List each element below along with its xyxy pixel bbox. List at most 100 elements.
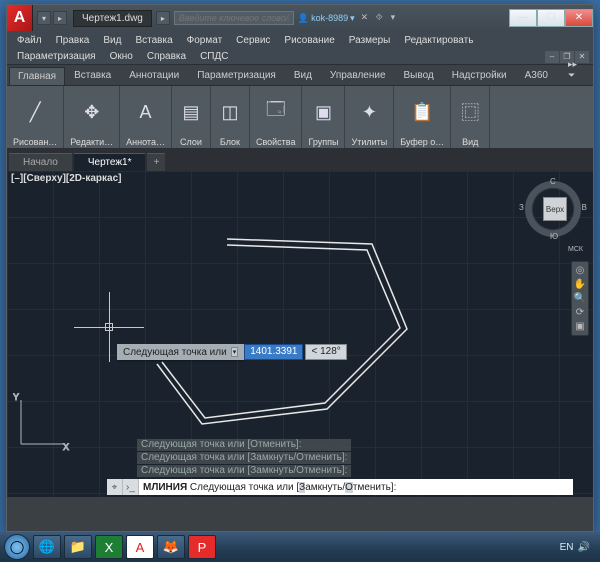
- command-line-handle-icon[interactable]: ⌖: [107, 479, 123, 495]
- menu-dimensions[interactable]: Размеры: [343, 34, 397, 47]
- maximize-button[interactable]: ☐: [537, 9, 565, 27]
- menu-insert[interactable]: Вставка: [129, 34, 178, 47]
- view-icon[interactable]: ⿴: [455, 97, 485, 127]
- menu-file[interactable]: Файл: [11, 34, 48, 47]
- doc-tab-start[interactable]: Начало: [9, 153, 72, 171]
- taskbar-explorer[interactable]: 📁: [64, 535, 92, 559]
- compass-n: С: [550, 177, 556, 186]
- tab-view[interactable]: Вид: [285, 66, 321, 85]
- taskbar-excel[interactable]: X: [95, 535, 123, 559]
- polyline-geometry: [147, 229, 437, 444]
- app-window: A ▾ ▸ Чертеж1.dwg ▸ 👤 kok-8989 ▾ ✕ ⯑ ▾ —…: [6, 4, 594, 532]
- pickbox-icon: [105, 323, 113, 331]
- menu-edit[interactable]: Правка: [50, 34, 96, 47]
- menu-bar: Файл Правка Вид Вставка Формат Сервис Ри…: [7, 31, 593, 49]
- text-tool-icon[interactable]: A: [131, 97, 161, 127]
- tab-addins[interactable]: Надстройки: [443, 66, 516, 85]
- doc-tab-drawing[interactable]: Чертеж1*: [74, 153, 146, 171]
- line-tool-icon[interactable]: ╱: [20, 97, 50, 127]
- search-input[interactable]: [174, 11, 294, 25]
- cmd-history-line: Следующая точка или [Замкнуть/Отменить]:: [137, 452, 351, 464]
- help-icon[interactable]: ⯑: [376, 12, 388, 24]
- nav-orbit-icon[interactable]: ⟳: [576, 307, 584, 318]
- move-tool-icon[interactable]: ✥: [77, 97, 107, 127]
- minimize-button[interactable]: —: [509, 9, 537, 27]
- quick-access-toolbar: ▾ ▸: [37, 11, 67, 25]
- chevron-down-icon[interactable]: ▾: [391, 12, 403, 24]
- distance-input[interactable]: 1401.3391: [244, 344, 303, 360]
- svg-text:X: X: [63, 442, 69, 452]
- panel-annotate: AАннота…: [120, 86, 172, 148]
- panel-modify: ✥Редакти…: [64, 86, 120, 148]
- nav-zoom-icon[interactable]: 🔍: [574, 293, 586, 304]
- tab-insert[interactable]: Вставка: [65, 66, 120, 85]
- qat-button[interactable]: ▸: [53, 11, 67, 25]
- taskbar-chrome[interactable]: 🌐: [33, 535, 61, 559]
- doc-tab-new-button[interactable]: +: [147, 153, 165, 171]
- utilities-icon[interactable]: ✦: [354, 97, 384, 127]
- ribbon-tabs: Главная Вставка Аннотации Параметризация…: [7, 65, 593, 85]
- tab-manage[interactable]: Управление: [321, 66, 395, 85]
- taskbar-autocad[interactable]: A: [126, 535, 154, 559]
- viewcube-top-face[interactable]: Верх: [543, 197, 567, 221]
- group-icon[interactable]: ▣: [308, 97, 338, 127]
- taskbar-firefox[interactable]: 🦊: [157, 535, 185, 559]
- user-name: kok-8989: [311, 13, 348, 23]
- svg-text:Y: Y: [13, 392, 19, 402]
- drawing-viewport[interactable]: [–][Сверху][2D-каркас] Следующая точка и…: [7, 171, 593, 497]
- menu-format[interactable]: Формат: [181, 34, 229, 47]
- properties-icon[interactable]: 🗔: [261, 97, 291, 127]
- menu-draw[interactable]: Рисование: [278, 34, 340, 47]
- command-line-chevron-icon[interactable]: ›_: [123, 479, 139, 495]
- nav-pan-icon[interactable]: ✋: [574, 279, 586, 290]
- titlebar: A ▾ ▸ Чертеж1.dwg ▸ 👤 kok-8989 ▾ ✕ ⯑ ▾ —…: [7, 5, 593, 31]
- nav-fullnav-icon[interactable]: ◎: [576, 265, 585, 276]
- angle-input[interactable]: < 128°: [305, 344, 346, 360]
- dynamic-input: Следующая точка или ▾ 1401.3391 < 128°: [117, 344, 347, 360]
- menu-service[interactable]: Сервис: [230, 34, 276, 47]
- close-button[interactable]: ✕: [565, 9, 593, 27]
- tab-overflow[interactable]: ▸▸ ⏷: [559, 55, 593, 85]
- mdi-minimize-button[interactable]: –: [545, 51, 559, 63]
- menu-parametric[interactable]: Параметризация: [11, 51, 102, 62]
- viewcube[interactable]: Верх С Ю В З МСК: [523, 179, 583, 239]
- tab-home[interactable]: Главная: [9, 67, 65, 85]
- qat-button[interactable]: ▾: [37, 11, 51, 25]
- tray-lang[interactable]: EN: [560, 542, 574, 553]
- tab-annotate[interactable]: Аннотации: [120, 66, 188, 85]
- exchange-icon[interactable]: ✕: [361, 12, 373, 24]
- tray-sound-icon[interactable]: 🔊: [578, 542, 590, 553]
- panel-groups: ▣Группы: [302, 86, 345, 148]
- tab-parametric[interactable]: Параметризация: [188, 66, 285, 85]
- document-tabs: Начало Чертеж1* +: [7, 149, 593, 171]
- clipboard-icon[interactable]: 📋: [407, 97, 437, 127]
- system-tray[interactable]: EN 🔊: [560, 542, 596, 553]
- menu-modify[interactable]: Редактировать: [398, 34, 479, 47]
- tab-output[interactable]: Вывод: [395, 66, 443, 85]
- chevron-down-icon: ▾: [350, 13, 355, 24]
- menu-spds[interactable]: СПДС: [194, 51, 234, 62]
- options-dropdown-icon[interactable]: ▾: [231, 347, 239, 357]
- tab-a360[interactable]: A360: [516, 66, 557, 85]
- command-line[interactable]: ⌖ ›_ МЛИНИЯ Следующая точка или [Замкнут…: [107, 479, 573, 495]
- menu-help[interactable]: Справка: [141, 51, 192, 62]
- cmd-history-line: Следующая точка или [Отменить]:: [137, 439, 351, 451]
- app-logo-icon[interactable]: A: [7, 5, 33, 31]
- command-line-text[interactable]: МЛИНИЯ Следующая точка или [Замкнуть/Отм…: [139, 482, 400, 493]
- start-button[interactable]: ◯: [4, 534, 30, 560]
- user-badge[interactable]: 👤 kok-8989 ▾: [298, 13, 355, 24]
- panel-utilities: ✦Утилиты: [345, 86, 394, 148]
- menu-view[interactable]: Вид: [97, 34, 127, 47]
- block-icon[interactable]: ◫: [215, 97, 245, 127]
- qat-button[interactable]: ▸: [156, 11, 170, 25]
- layers-icon[interactable]: ▤: [176, 97, 206, 127]
- menu-window[interactable]: Окно: [104, 51, 139, 62]
- panel-block: ◫Блок: [211, 86, 250, 148]
- document-title: Чертеж1.dwg: [73, 10, 152, 27]
- navigation-bar: ◎ ✋ 🔍 ⟳ ▣: [571, 261, 589, 336]
- compass-e: В: [582, 203, 587, 212]
- viewport-controls[interactable]: [–][Сверху][2D-каркас]: [11, 173, 121, 184]
- nav-showmotion-icon[interactable]: ▣: [575, 321, 584, 332]
- wcs-label[interactable]: МСК: [568, 246, 583, 253]
- taskbar-app[interactable]: P: [188, 535, 216, 559]
